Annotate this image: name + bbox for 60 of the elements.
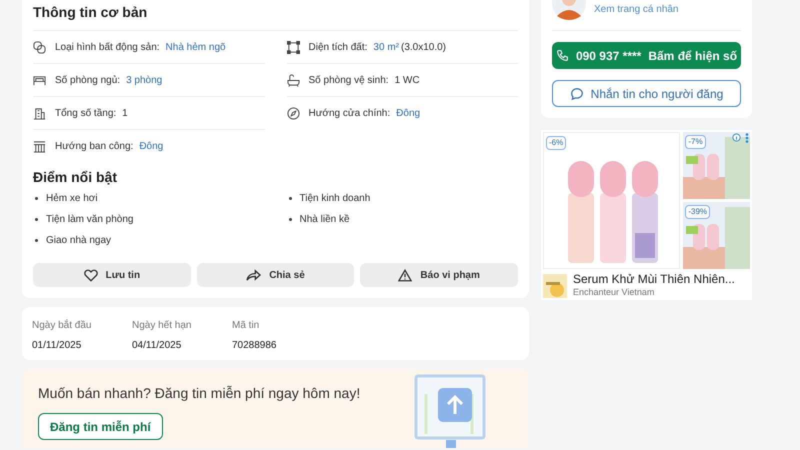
share-arrow-icon (246, 269, 262, 281)
area-icon (286, 40, 300, 54)
bullet-icon (35, 239, 38, 242)
field-value: 1 (122, 106, 128, 120)
highlight-item: Tiện làm văn phòng (46, 213, 134, 227)
phone-icon (556, 49, 569, 62)
highlight-item: Hẻm xe hơi (46, 192, 98, 206)
advertiser-name: Enchanteur Vietnam (573, 286, 656, 299)
show-phone-button[interactable]: 090 937 **** Bấm để hiện số (552, 42, 741, 69)
discount-badge: -7% (685, 135, 706, 149)
report-button[interactable]: Báo vi phạm (360, 263, 518, 287)
meta-value: 01/11/2025 (32, 339, 82, 353)
field-label: Hướng ban công: (55, 140, 134, 154)
highlight-item: Nhà liền kề (300, 213, 350, 227)
warning-icon (398, 268, 412, 282)
building-icon (33, 106, 46, 120)
property-type-icon (33, 40, 46, 54)
field-note: (3.0x10.0) (400, 40, 446, 54)
bathtub-icon (286, 74, 300, 86)
profile-link[interactable]: Xem trang cá nhân (594, 2, 678, 17)
more-icon[interactable] (745, 133, 749, 143)
share-button[interactable]: Chia sẻ (196, 263, 354, 287)
meta-label: Ngày bắt đầu (32, 318, 92, 333)
bed-icon (33, 74, 46, 86)
field-value[interactable]: Đông (396, 106, 420, 121)
bullet-icon (288, 197, 292, 200)
ad-title[interactable]: Serum Khử Mùi Thiên Nhiên... (573, 272, 735, 286)
highlight-item: Tiện kinh doanh (300, 192, 370, 206)
post-free-button[interactable]: Đăng tin miễn phí (38, 413, 163, 440)
chat-bubble-icon (570, 86, 584, 100)
highlight-item: Giao nhà ngay (46, 234, 112, 248)
bullet-icon (288, 218, 292, 221)
field-label: Số phòng ngủ: (55, 74, 120, 88)
field-label: Loại hình bất động sản: (55, 40, 160, 54)
field-value[interactable]: Đông (139, 139, 164, 154)
section-title: Thông tin cơ bản (33, 3, 148, 22)
bullet-icon (35, 197, 38, 200)
save-button[interactable]: Lưu tin (33, 263, 191, 287)
heart-icon (84, 268, 98, 282)
field-label: Hướng cửa chính: (308, 107, 390, 121)
compass-icon (286, 107, 300, 120)
discount-badge: -39% (685, 205, 710, 219)
brand-logo-icon (543, 274, 567, 298)
section-title: Điểm nổi bật (33, 168, 118, 187)
field-value[interactable]: Nhà hẻm ngõ (166, 40, 226, 54)
meta-label: Mã tin (232, 319, 260, 333)
meta-label: Ngày hết hạn (132, 319, 192, 333)
promo-text: Muốn bán nhanh? Đăng tin miễn phí ngay hôm nay! (38, 384, 362, 403)
message-button[interactable]: Nhắn tin cho người đăng (552, 80, 741, 107)
balcony-icon (33, 140, 46, 153)
discount-badge: -6% (546, 136, 566, 150)
meta-value: 70288986 (232, 339, 278, 353)
meta-value: 04/11/2025 (132, 339, 182, 353)
field-label: Tổng số tầng: (55, 106, 116, 120)
bullet-icon (35, 218, 38, 221)
field-label: Diện tích đất: (308, 40, 368, 54)
field-label: Số phòng vệ sinh: (308, 74, 389, 88)
field-value[interactable]: 3 phòng (126, 72, 162, 88)
field-value: 1 WC (394, 74, 420, 88)
field-value[interactable]: 30 m² (373, 40, 399, 54)
